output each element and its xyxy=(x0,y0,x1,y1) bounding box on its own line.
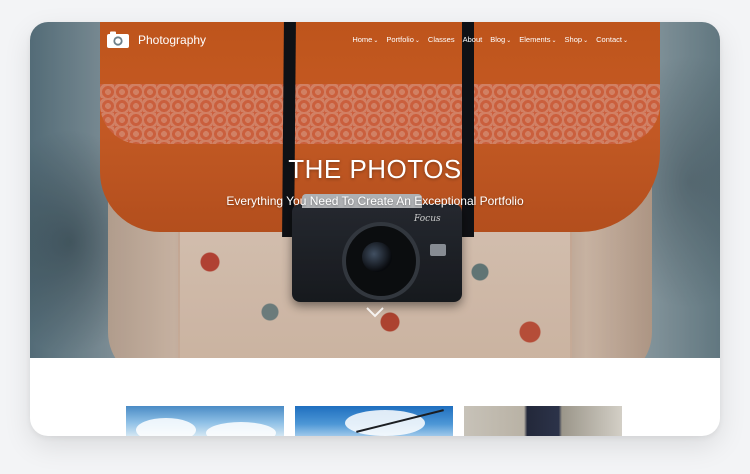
gallery-thumbnail[interactable] xyxy=(464,406,622,436)
menu-item-label: Elements xyxy=(519,35,551,44)
top-navigation: Photography Home⌄ Portfolio⌄ Classes Abo… xyxy=(30,22,720,62)
menu-item-label: Contact xyxy=(596,35,622,44)
menu-item-contact[interactable]: Contact⌄ xyxy=(596,35,628,44)
main-menu: Home⌄ Portfolio⌄ Classes About Blog⌄ Ele… xyxy=(352,35,628,44)
thumbnail-cloud xyxy=(136,418,196,436)
hero-title: THE PHOTOS xyxy=(288,154,462,184)
hero-subtitle: Everything You Need To Create An Excepti… xyxy=(226,194,524,208)
menu-item-label: About xyxy=(462,35,483,44)
gallery-thumbnail[interactable] xyxy=(126,406,284,436)
hero-section: Focus Photography Home⌄ Portfolio⌄ Class… xyxy=(30,22,720,358)
menu-item-label: Home xyxy=(352,35,373,44)
menu-item-shop[interactable]: Shop⌄ xyxy=(565,35,589,44)
gallery-thumbnail[interactable] xyxy=(295,406,453,436)
chevron-down-icon: ⌄ xyxy=(414,38,420,44)
chevron-down-icon: ⌄ xyxy=(551,38,557,44)
menu-item-label: Portfolio xyxy=(386,35,414,44)
menu-item-label: Classes xyxy=(427,35,455,44)
chevron-down-icon[interactable] xyxy=(364,304,386,320)
chevron-down-icon: ⌄ xyxy=(373,38,379,44)
site-logo[interactable]: Photography xyxy=(106,31,206,49)
menu-item-portfolio[interactable]: Portfolio⌄ xyxy=(386,35,420,44)
browser-frame: Focus Photography Home⌄ Portfolio⌄ Class… xyxy=(30,22,720,436)
portfolio-gallery xyxy=(126,406,622,436)
menu-item-classes[interactable]: Classes xyxy=(428,35,455,44)
chevron-down-icon: ⌄ xyxy=(622,38,628,44)
camera-icon xyxy=(106,31,130,49)
chevron-down-icon: ⌄ xyxy=(506,38,512,44)
menu-item-about[interactable]: About xyxy=(463,35,483,44)
thumbnail-cloud xyxy=(206,422,276,436)
menu-item-elements[interactable]: Elements⌄ xyxy=(519,35,556,44)
chevron-down-icon: ⌄ xyxy=(583,38,589,44)
menu-item-label: Blog xyxy=(490,35,506,44)
menu-item-label: Shop xyxy=(564,35,583,44)
menu-item-home[interactable]: Home⌄ xyxy=(352,35,378,44)
site-name: Photography xyxy=(138,33,207,47)
menu-item-blog[interactable]: Blog⌄ xyxy=(490,35,511,44)
